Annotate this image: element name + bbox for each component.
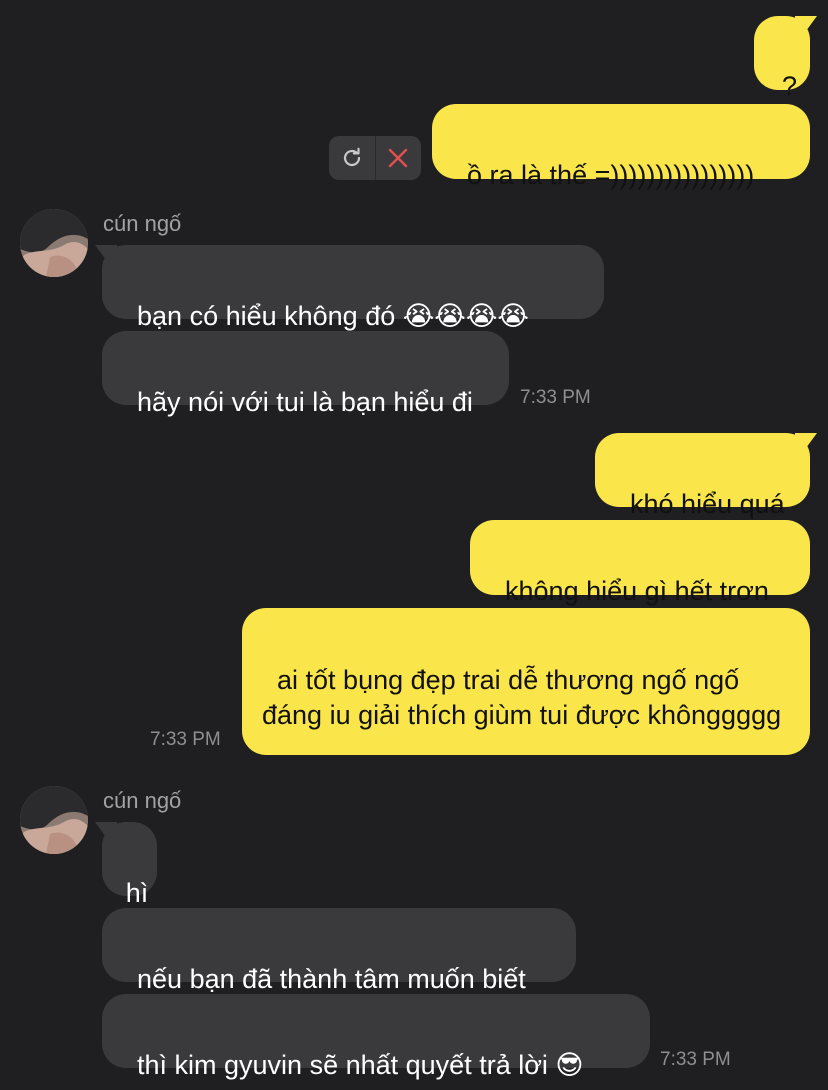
avatar-image (20, 786, 88, 854)
message-text: nếu bạn đã thành tâm muốn biết (137, 964, 526, 994)
message-text: ai tốt bụng đẹp trai dễ thương ngố ngố đ… (262, 665, 782, 730)
message-text: khó hiểu quá (630, 489, 785, 519)
message-timestamp: 7:33 PM (520, 387, 591, 408)
refresh-icon (343, 147, 360, 167)
retry-button[interactable] (329, 136, 375, 180)
message-text: bạn có hiểu không đó 😭😭😭😭 (137, 301, 529, 331)
avatar[interactable] (20, 209, 88, 277)
avatar-image (20, 209, 88, 277)
sender-name: cún ngố (103, 788, 182, 813)
message-timestamp: 7:33 PM (150, 729, 221, 750)
incoming-message-bubble[interactable]: bạn có hiểu không đó 😭😭😭😭 (102, 245, 604, 331)
sender-name: cún ngố (103, 211, 182, 236)
message-text: ? (781, 71, 798, 101)
outgoing-message-bubble[interactable]: ồ ra là thế =)))))))))))))))) (432, 104, 810, 190)
outgoing-message-bubble[interactable]: khó hiểu quá (595, 433, 810, 519)
outgoing-message-bubble[interactable]: ai tốt bụng đẹp trai dễ thương ngố ngố đ… (242, 608, 810, 755)
outgoing-message-bubble[interactable]: không hiểu gì hết trơn (470, 520, 810, 606)
message-text: hãy nói với tui là bạn hiểu đi (137, 387, 473, 417)
message-text: không hiểu gì hết trơn (505, 576, 769, 606)
outgoing-message-bubble[interactable]: ? (754, 16, 810, 101)
incoming-message-bubble[interactable]: nếu bạn đã thành tâm muốn biết (102, 908, 576, 994)
close-icon (389, 148, 408, 168)
message-text: thì kim gyuvin sẽ nhất quyết trả lời 😎 (137, 1050, 584, 1080)
incoming-message-bubble[interactable]: thì kim gyuvin sẽ nhất quyết trả lời 😎 (102, 994, 650, 1080)
message-text: ồ ra là thế =)))))))))))))))) (467, 160, 755, 190)
incoming-message-bubble[interactable]: hãy nói với tui là bạn hiểu đi (102, 331, 509, 417)
avatar[interactable] (20, 786, 88, 854)
message-text: hì (125, 878, 149, 908)
incoming-message-bubble[interactable]: hì (102, 822, 157, 908)
failed-message-actions (329, 136, 421, 180)
delete-button[interactable] (375, 136, 421, 180)
message-timestamp: 7:33 PM (660, 1049, 731, 1070)
